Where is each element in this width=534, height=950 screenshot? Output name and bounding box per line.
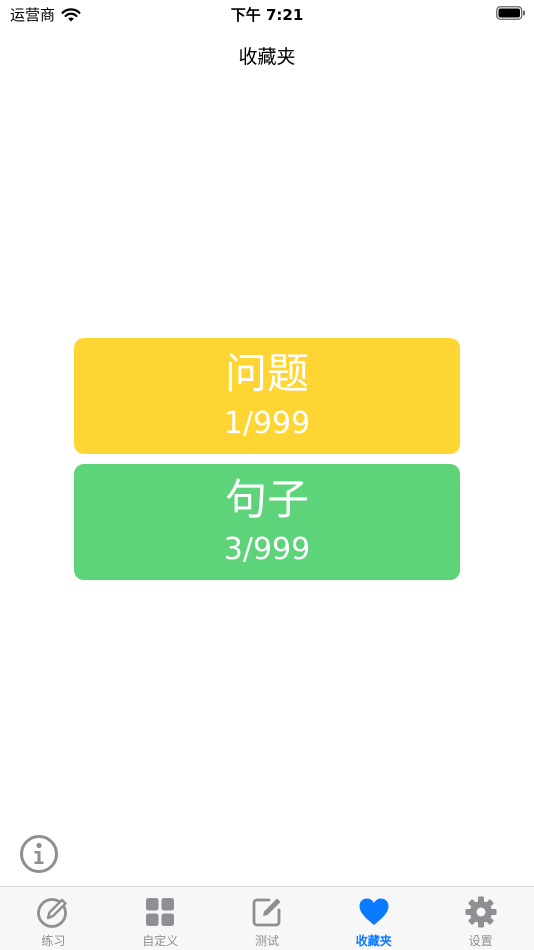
status-time: 下午 7:21 <box>230 6 304 24</box>
favorites-sentences-card[interactable]: 句子 3/999 <box>74 464 460 580</box>
tab-label: 自定义 <box>142 934 179 948</box>
pencil-circle-icon <box>37 898 68 928</box>
tab-custom[interactable]: 自定义 <box>107 887 214 950</box>
battery-icon <box>496 6 525 20</box>
tab-favorites[interactable]: 收藏夹 <box>320 887 427 950</box>
heart-icon <box>359 898 389 925</box>
info-icon[interactable] <box>19 834 59 874</box>
grid-icon <box>146 898 175 926</box>
tab-practice[interactable]: 练习 <box>0 887 107 950</box>
tab-label: 练习 <box>41 934 66 948</box>
favorites-questions-card[interactable]: 问题 1/999 <box>74 338 460 454</box>
tab-label: 设置 <box>468 934 493 948</box>
card-title: 问题 <box>224 349 309 398</box>
tab-settings[interactable]: 设置 <box>427 887 534 950</box>
tab-label: 测试 <box>254 934 279 948</box>
edit-square-icon <box>252 898 281 927</box>
card-count: 1/999 <box>223 406 311 441</box>
gear-icon <box>465 896 497 928</box>
tab-bar: 练习 自定义 测试 收藏夹 设置 <box>0 886 534 950</box>
tab-test[interactable]: 测试 <box>214 887 321 950</box>
tab-label: 收藏夹 <box>355 934 392 948</box>
status-bar: 运营商 下午 7:21 <box>0 0 534 28</box>
page-title: 收藏夹 <box>238 46 296 68</box>
card-count: 3/999 <box>223 532 311 567</box>
card-title: 句子 <box>224 475 309 524</box>
